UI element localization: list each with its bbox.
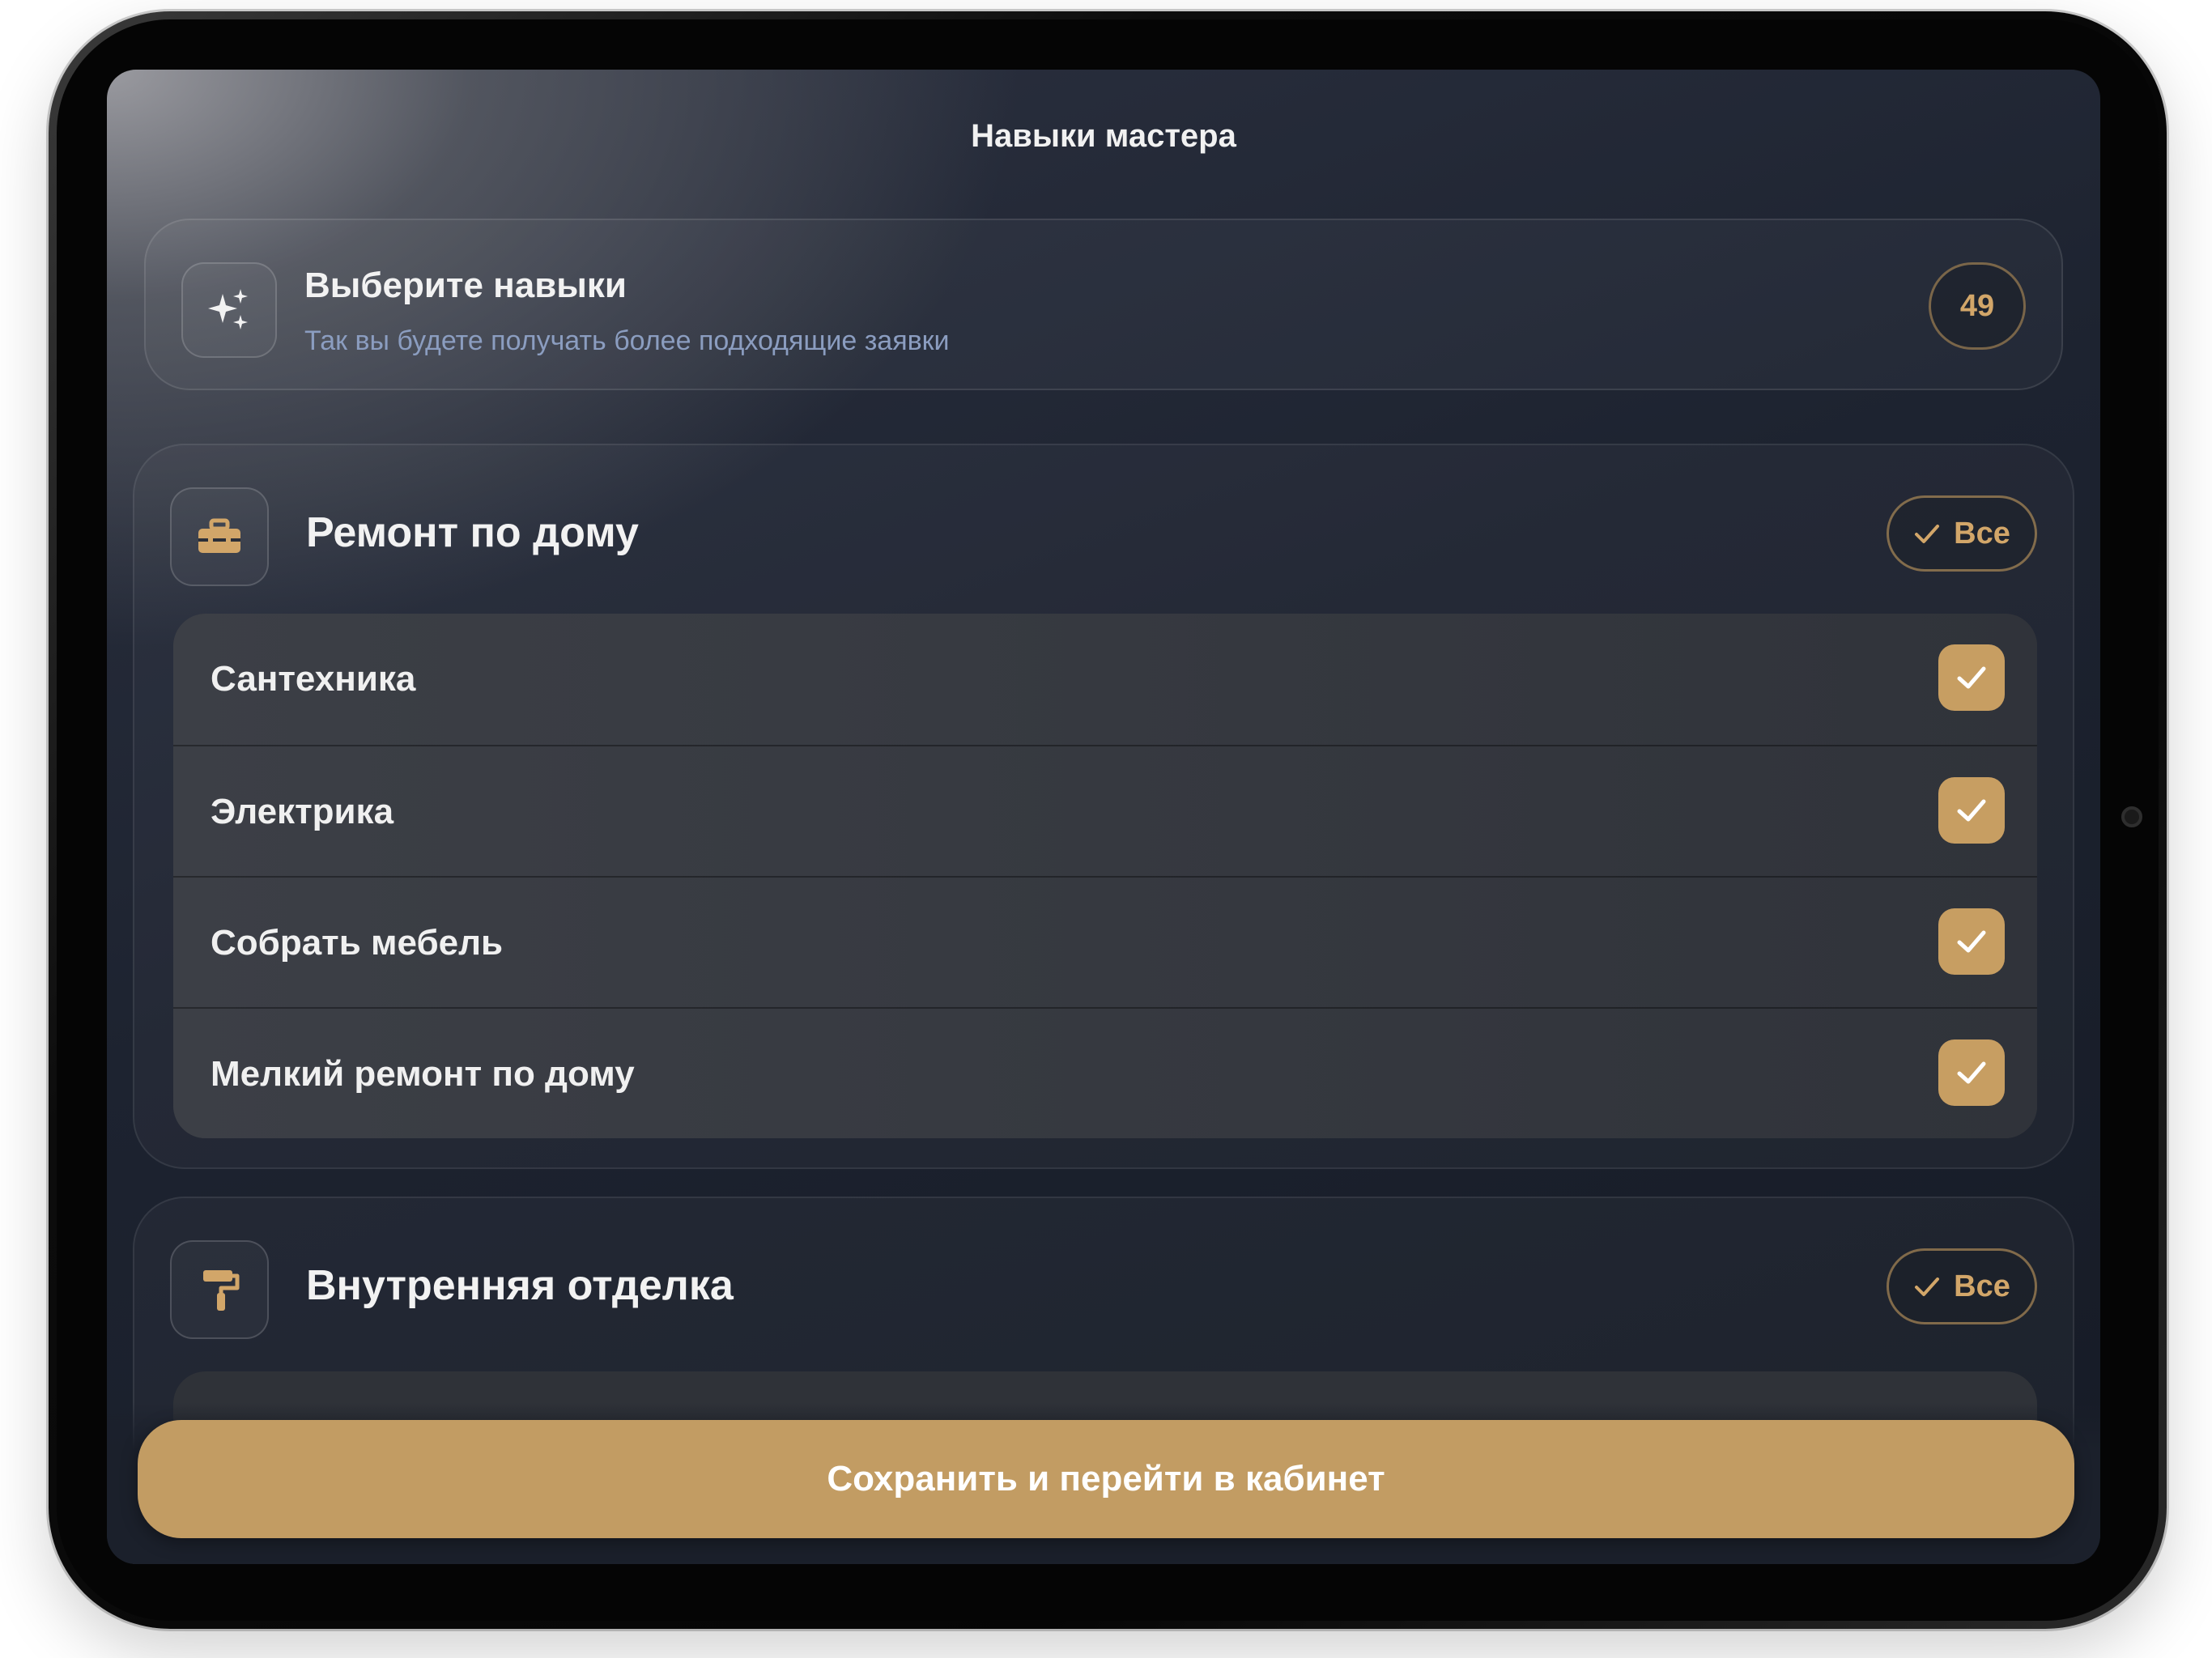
app-screen: Навыки мастера Выберите навыки Так вы бу… (107, 70, 2100, 1564)
skill-checkbox[interactable] (1938, 908, 2005, 975)
check-icon (1957, 930, 1986, 953)
skill-row-furniture[interactable]: Собрать мебель (173, 876, 2037, 1007)
select-all-button[interactable]: Все (1887, 495, 2037, 572)
intro-icon-box (181, 262, 277, 358)
category-icon-box (170, 487, 269, 586)
intro-subtitle: Так вы будете получать более подходящие … (304, 325, 950, 356)
skills-list: Сантехника Электрика Собрать мебель Мелк… (173, 614, 2037, 1138)
category-icon-box (170, 1240, 269, 1339)
check-icon (1915, 525, 1940, 543)
skills-count-badge: 49 (1929, 262, 2026, 350)
save-button[interactable]: Сохранить и перейти в кабинет (138, 1420, 2074, 1538)
page-title: Навыки мастера (971, 118, 1236, 154)
select-all-label: Все (1954, 1269, 2010, 1303)
skill-label: Сантехника (211, 659, 416, 699)
paint-roller-icon (203, 1270, 240, 1311)
intro-title: Выберите навыки (304, 266, 627, 305)
skill-row-electrics[interactable]: Электрика (173, 745, 2037, 876)
skills-intro-card: Выберите навыки Так вы будете получать б… (144, 219, 2063, 390)
select-all-label: Все (1954, 516, 2010, 551)
check-icon (1915, 1278, 1940, 1296)
skill-row-plumbing[interactable]: Сантехника (173, 614, 2037, 745)
category-title: Внутренняя отделка (306, 1262, 734, 1309)
skill-label: Электрика (211, 792, 394, 831)
check-icon (1957, 666, 1986, 689)
sparkles-icon (208, 289, 248, 329)
select-all-button[interactable]: Все (1887, 1248, 2037, 1324)
check-icon (1957, 1061, 1986, 1084)
check-icon (1957, 799, 1986, 822)
skill-label: Мелкий ремонт по дому (211, 1054, 635, 1094)
category-title: Ремонт по дому (306, 509, 639, 556)
skill-checkbox[interactable] (1938, 644, 2005, 711)
camera-icon (2121, 806, 2142, 827)
toolbox-icon (198, 518, 240, 553)
category-card-home-repair: Ремонт по дому Все Сантехника Электрика (133, 444, 2074, 1169)
skill-checkbox[interactable] (1938, 1039, 2005, 1106)
skill-checkbox[interactable] (1938, 777, 2005, 844)
skill-label: Собрать мебель (211, 923, 504, 963)
skill-row-small-repair[interactable]: Мелкий ремонт по дому (173, 1007, 2037, 1138)
